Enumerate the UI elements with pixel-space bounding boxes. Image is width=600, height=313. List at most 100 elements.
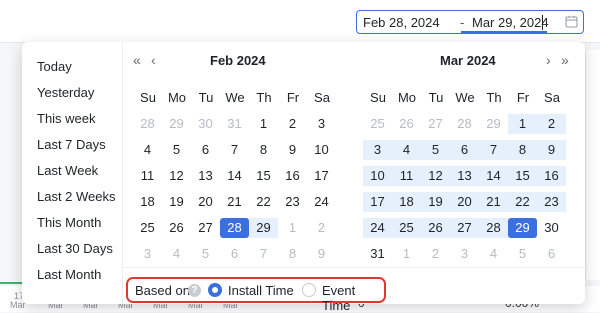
day-cell[interactable]: 1 xyxy=(392,244,421,264)
selected-day-cell[interactable]: 29 xyxy=(508,218,537,238)
day-cell[interactable]: 14 xyxy=(220,166,249,186)
day-cell[interactable]: 18 xyxy=(392,192,421,212)
day-cell[interactable]: 10 xyxy=(363,166,392,186)
day-cell[interactable]: 18 xyxy=(133,192,162,212)
preset-today[interactable]: Today xyxy=(37,59,72,74)
day-cell[interactable]: 9 xyxy=(307,244,336,264)
day-cell[interactable]: 15 xyxy=(508,166,537,186)
day-cell[interactable]: 9 xyxy=(537,140,566,160)
day-cell[interactable]: 2 xyxy=(278,114,307,134)
day-cell[interactable]: 7 xyxy=(220,140,249,160)
end-date-field[interactable]: Mar 29, 2024 xyxy=(472,15,549,30)
day-cell[interactable]: 24 xyxy=(363,218,392,238)
install-time-radio[interactable] xyxy=(208,283,222,297)
day-cell[interactable]: 8 xyxy=(508,140,537,160)
day-cell[interactable]: 17 xyxy=(307,166,336,186)
day-cell[interactable]: 22 xyxy=(508,192,537,212)
day-cell[interactable]: 13 xyxy=(191,166,220,186)
day-cell[interactable]: 27 xyxy=(421,114,450,134)
day-cell[interactable]: 8 xyxy=(249,140,278,160)
day-cell[interactable]: 16 xyxy=(537,166,566,186)
day-cell[interactable]: 27 xyxy=(191,218,220,238)
day-cell[interactable]: 28 xyxy=(479,218,508,238)
day-cell[interactable]: 4 xyxy=(479,244,508,264)
day-cell[interactable]: 10 xyxy=(307,140,336,160)
day-cell[interactable]: 25 xyxy=(133,218,162,238)
day-cell[interactable]: 31 xyxy=(220,114,249,134)
day-cell[interactable]: 14 xyxy=(479,166,508,186)
day-cell[interactable]: 26 xyxy=(421,218,450,238)
day-cell[interactable]: 29 xyxy=(249,218,278,238)
day-cell[interactable]: 17 xyxy=(363,192,392,212)
day-cell[interactable]: 28 xyxy=(450,114,479,134)
day-cell[interactable]: 5 xyxy=(162,140,191,160)
day-cell[interactable]: 19 xyxy=(162,192,191,212)
day-cell[interactable]: 29 xyxy=(479,114,508,134)
day-cell[interactable]: 12 xyxy=(421,166,450,186)
day-cell[interactable]: 27 xyxy=(450,218,479,238)
day-cell[interactable]: 6 xyxy=(191,140,220,160)
day-cell[interactable]: 1 xyxy=(249,114,278,134)
day-cell[interactable]: 21 xyxy=(220,192,249,212)
day-cell[interactable]: 6 xyxy=(450,140,479,160)
day-cell[interactable]: 20 xyxy=(191,192,220,212)
day-cell[interactable]: 3 xyxy=(450,244,479,264)
day-cell[interactable]: 23 xyxy=(537,192,566,212)
day-cell[interactable]: 6 xyxy=(537,244,566,264)
day-cell[interactable]: 31 xyxy=(363,244,392,264)
preset-last-week[interactable]: Last Week xyxy=(37,163,98,178)
day-cell[interactable]: 28 xyxy=(133,114,162,134)
day-cell[interactable]: 19 xyxy=(421,192,450,212)
preset-last-7-days[interactable]: Last 7 Days xyxy=(37,137,106,152)
day-cell[interactable]: 5 xyxy=(508,244,537,264)
date-range-input[interactable]: Feb 28, 2024 - Mar 29, 2024 xyxy=(356,10,584,34)
day-cell[interactable]: 3 xyxy=(133,244,162,264)
day-cell[interactable]: 5 xyxy=(191,244,220,264)
day-cell[interactable]: 11 xyxy=(133,166,162,186)
help-icon[interactable]: ? xyxy=(188,284,201,297)
day-cell[interactable]: 15 xyxy=(249,166,278,186)
day-cell[interactable]: 9 xyxy=(278,140,307,160)
day-cell[interactable]: 3 xyxy=(363,140,392,160)
day-cell[interactable]: 2 xyxy=(421,244,450,264)
preset-this-month[interactable]: This Month xyxy=(37,215,101,230)
day-cell[interactable]: 4 xyxy=(392,140,421,160)
day-cell[interactable]: 25 xyxy=(363,114,392,134)
day-cell[interactable]: 4 xyxy=(133,140,162,160)
preset-last-2-weeks[interactable]: Last 2 Weeks xyxy=(37,189,116,204)
day-cell[interactable]: 26 xyxy=(392,114,421,134)
day-cell[interactable]: 1 xyxy=(278,218,307,238)
start-date-field[interactable]: Feb 28, 2024 xyxy=(363,15,440,30)
selected-day-cell[interactable]: 28 xyxy=(220,218,249,238)
day-cell[interactable]: 21 xyxy=(479,192,508,212)
day-cell[interactable]: 22 xyxy=(249,192,278,212)
day-cell[interactable]: 24 xyxy=(307,192,336,212)
preset-yesterday[interactable]: Yesterday xyxy=(37,85,94,100)
install-time-label[interactable]: Install Time xyxy=(228,283,294,298)
day-cell[interactable]: 6 xyxy=(220,244,249,264)
prev-month-button[interactable]: ‹ xyxy=(151,52,156,68)
event-time-label[interactable]: Event Time xyxy=(322,283,384,313)
next-month-button[interactable]: › xyxy=(546,52,551,68)
day-cell[interactable]: 20 xyxy=(450,192,479,212)
calendar-icon[interactable] xyxy=(565,15,578,28)
day-cell[interactable]: 4 xyxy=(162,244,191,264)
day-cell[interactable]: 3 xyxy=(307,114,336,134)
day-cell[interactable]: 7 xyxy=(249,244,278,264)
prev-year-button[interactable]: « xyxy=(133,52,141,68)
day-cell[interactable]: 26 xyxy=(162,218,191,238)
day-cell[interactable]: 2 xyxy=(537,114,566,134)
day-cell[interactable]: 23 xyxy=(278,192,307,212)
preset-this-week[interactable]: This week xyxy=(37,111,96,126)
day-cell[interactable]: 1 xyxy=(508,114,537,134)
next-year-button[interactable]: » xyxy=(561,52,569,68)
day-cell[interactable]: 5 xyxy=(421,140,450,160)
day-cell[interactable]: 30 xyxy=(191,114,220,134)
day-cell[interactable]: 8 xyxy=(278,244,307,264)
day-cell[interactable]: 25 xyxy=(392,218,421,238)
preset-last-month[interactable]: Last Month xyxy=(37,267,101,282)
day-cell[interactable]: 7 xyxy=(479,140,508,160)
day-cell[interactable]: 29 xyxy=(162,114,191,134)
preset-last-30-days[interactable]: Last 30 Days xyxy=(37,241,113,256)
day-cell[interactable]: 30 xyxy=(537,218,566,238)
